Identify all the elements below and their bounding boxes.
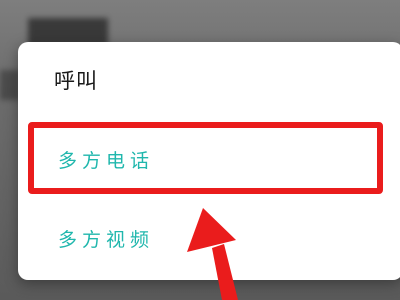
call-options-dialog: 呼叫 多方电话 多方视频 [18, 42, 400, 280]
dialog-title: 呼叫 [54, 69, 98, 93]
multi-party-call-option[interactable]: 多方电话 [58, 146, 154, 173]
screenshot-stage: 呼叫 多方电话 多方视频 [0, 0, 400, 300]
background-blurred-content-left [0, 70, 20, 100]
multi-party-video-option[interactable]: 多方视频 [58, 225, 154, 252]
